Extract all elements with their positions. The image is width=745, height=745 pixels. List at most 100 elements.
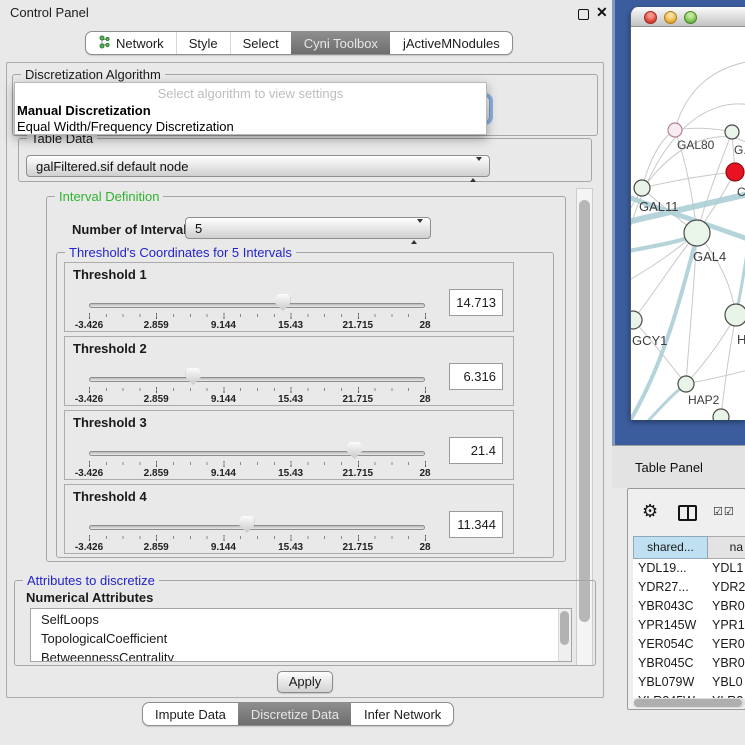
network-node[interactable]	[726, 163, 744, 181]
network-window-titlebar[interactable]	[631, 7, 745, 27]
algorithm-option-manual[interactable]: Manual Discretization	[15, 103, 486, 119]
attributes-group-title: Attributes to discretize	[23, 573, 159, 588]
threshold-2-slider-thumb[interactable]	[186, 368, 201, 385]
table-hscrollbar-track[interactable]	[633, 698, 745, 708]
cell-name[interactable]: YDR2	[708, 578, 745, 597]
threshold-1-slider-thumb[interactable]	[275, 294, 290, 311]
threshold-2-value-field[interactable]: 6.316	[449, 363, 503, 390]
number-of-intervals-label: Number of Intervals	[72, 222, 194, 237]
tick-label: 2.859	[144, 542, 169, 553]
apply-button[interactable]: Apply	[277, 671, 333, 693]
tab-impute-data[interactable]: Impute Data	[143, 703, 238, 725]
tab-jactivemnodules[interactable]: jActiveMNodules	[390, 32, 512, 54]
numerical-attributes-list[interactable]: SelfLoopsTopologicalCoefficientBetweenne…	[30, 608, 572, 662]
attribute-list-item[interactable]: TopologicalCoefficient	[41, 630, 174, 649]
cell-name[interactable]: YBR0	[708, 654, 745, 673]
network-node[interactable]	[631, 311, 642, 329]
table-row[interactable]: YPR145WYPR1	[633, 616, 745, 635]
network-node[interactable]	[725, 125, 739, 139]
cell-shared-name[interactable]: YDR27...	[633, 578, 708, 597]
list-scrollbar-thumb[interactable]	[560, 611, 569, 645]
tab-discretize-data[interactable]: Discretize Data	[238, 703, 351, 725]
control-panel: Control Panel ✕ NetworkStyleSelectCyni T…	[0, 0, 612, 745]
tab-style[interactable]: Style	[176, 32, 230, 54]
threshold-1-value-field[interactable]: 14.713	[449, 289, 503, 316]
cell-name[interactable]: YPR1	[708, 616, 745, 635]
threshold-2-slider-track[interactable]	[89, 377, 425, 382]
cell-shared-name[interactable]: YDL19...	[633, 559, 708, 578]
panel-scrollbar-thumb[interactable]	[579, 200, 590, 622]
algorithm-option-equal-width[interactable]: Equal Width/Frequency Discretization	[15, 119, 486, 135]
threshold-3-value-field[interactable]: 21.4	[449, 437, 503, 464]
tab-select[interactable]: Select	[230, 32, 291, 54]
network-graph: GAL80G.CGAL11GAL4GCY1HHAP2	[631, 27, 745, 420]
table-row[interactable]: YBR043CYBR0	[633, 597, 745, 616]
threshold-1-label: Threshold 1	[73, 267, 147, 282]
threshold-3-label: Threshold 3	[73, 415, 147, 430]
table-row[interactable]: YDR27...YDR2	[633, 578, 745, 597]
node-label: GAL80	[677, 138, 715, 152]
spinner-arrows-icon	[411, 223, 423, 241]
tab-label: Cyni Toolbox	[304, 36, 378, 51]
tab-label: Infer Network	[364, 707, 441, 722]
minimize-traffic-light-icon[interactable]	[664, 11, 677, 24]
table-row[interactable]: YBL079WYBL0	[633, 673, 745, 692]
threshold-3-slider-thumb[interactable]	[347, 442, 362, 459]
node-label: HAP2	[688, 393, 720, 407]
node-label: GAL4	[693, 249, 726, 264]
select-columns-icon[interactable]: ☑☑	[713, 505, 735, 518]
cell-shared-name[interactable]: YPR145W	[633, 616, 708, 635]
cell-name[interactable]: YER0	[708, 635, 745, 654]
tick-label: 9.144	[211, 394, 236, 405]
close-icon[interactable]: ✕	[596, 4, 608, 21]
network-node[interactable]	[713, 409, 729, 420]
tab-label: Impute Data	[155, 707, 226, 722]
cell-name[interactable]: YBR0	[708, 597, 745, 616]
network-node[interactable]	[668, 123, 682, 137]
cell-shared-name[interactable]: YBR043C	[633, 597, 708, 616]
cell-shared-name[interactable]: YBR045C	[633, 654, 708, 673]
column-header-name[interactable]: na	[708, 536, 745, 559]
threshold-3-slider-track[interactable]	[89, 451, 425, 456]
table-row[interactable]: YDL19...YDL1	[633, 559, 745, 578]
float-window-icon[interactable]	[578, 9, 589, 20]
network-view-window: GAL80G.CGAL11GAL4GCY1HHAP2	[630, 7, 745, 420]
table-data-combobox[interactable]: galFiltered.sif default node	[26, 155, 490, 177]
threshold-4-slider-track[interactable]	[89, 525, 425, 530]
cell-name[interactable]: YDL1	[708, 559, 745, 578]
network-node[interactable]	[634, 180, 650, 196]
column-layout-icon[interactable]	[678, 505, 697, 521]
cell-name[interactable]: YBL0	[708, 673, 745, 692]
table-hscrollbar-thumb[interactable]	[634, 699, 742, 707]
list-scrollbar-track[interactable]	[558, 609, 571, 661]
threshold-1-slider-track[interactable]	[89, 303, 425, 308]
node-label: H	[737, 332, 745, 347]
zoom-traffic-light-icon[interactable]	[684, 11, 697, 24]
network-canvas[interactable]: GAL80G.CGAL11GAL4GCY1HHAP2	[631, 27, 745, 420]
cell-shared-name[interactable]: YER054C	[633, 635, 708, 654]
attribute-list-item[interactable]: SelfLoops	[41, 611, 174, 630]
gear-icon[interactable]: ⚙	[642, 502, 658, 520]
node-label: C	[737, 185, 745, 199]
tab-network[interactable]: Network	[86, 32, 176, 54]
tick-label: 9.144	[211, 320, 236, 331]
table-row[interactable]: YBR045CYBR0	[633, 654, 745, 673]
number-of-intervals-spinner[interactable]: 5	[185, 217, 431, 239]
tab-infer-network[interactable]: Infer Network	[351, 703, 453, 725]
column-header-shared[interactable]: shared...	[633, 536, 708, 559]
tab-label: Select	[243, 36, 279, 51]
network-node[interactable]	[678, 376, 694, 392]
threshold-4-slider-thumb[interactable]	[239, 516, 254, 533]
threshold-2-panel: Threshold 2 -3.4262.8599.14415.4321.7152…	[64, 336, 514, 406]
table-row[interactable]: YER054CYER0	[633, 635, 745, 654]
threshold-4-value-field[interactable]: 11.344	[449, 511, 503, 538]
tab-cyni-toolbox[interactable]: Cyni Toolbox	[291, 32, 390, 54]
network-node[interactable]	[725, 304, 745, 326]
close-traffic-light-icon[interactable]	[644, 11, 657, 24]
tick-label: -3.426	[75, 320, 103, 331]
algorithm-placeholder-option[interactable]: Select algorithm to view settings	[15, 86, 486, 103]
attribute-list-item[interactable]: BetweennessCentrality	[41, 649, 174, 662]
cell-shared-name[interactable]: YBL079W	[633, 673, 708, 692]
tick-label: 15.43	[278, 542, 303, 553]
network-node[interactable]	[684, 220, 710, 246]
